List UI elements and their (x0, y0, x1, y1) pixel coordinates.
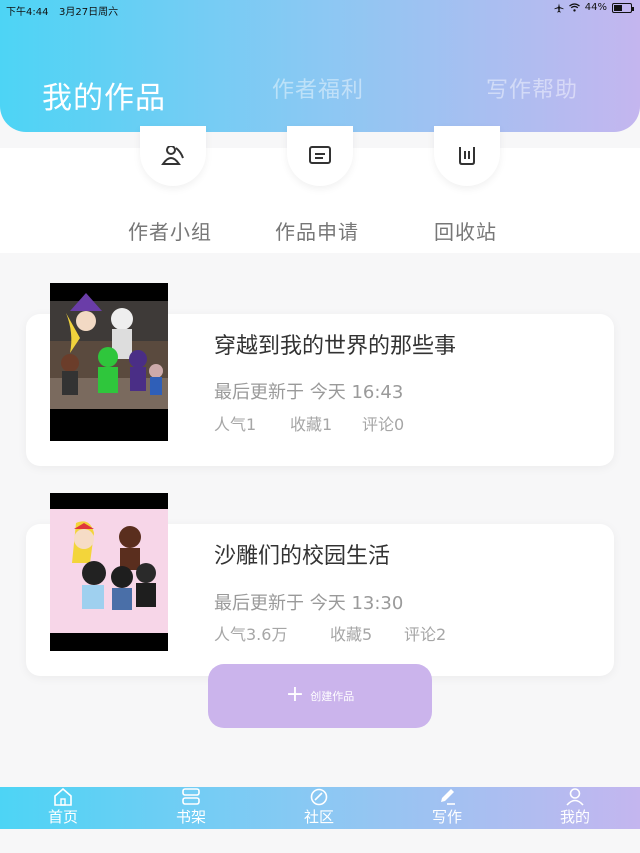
nav-bookshelf[interactable]: 书架 (161, 787, 221, 829)
write-icon (441, 789, 455, 805)
quick-actions: 作者小组 作品申请 回收站 (0, 126, 640, 253)
create-work-button[interactable]: + 创建作品 (208, 664, 432, 728)
airplane-icon (554, 3, 564, 12)
nav-profile-label: 我的 (559, 808, 590, 826)
recycle-bin-label: 回收站 (434, 220, 497, 244)
work-cover-image[interactable] (50, 493, 168, 651)
work-popularity: 人气1 (214, 415, 257, 434)
author-group-label: 作者小组 (128, 220, 212, 244)
tab-author-benefits[interactable]: 作者福利 (272, 72, 364, 104)
bottom-nav: 首页 书架 社区 写作 我的 (0, 787, 640, 829)
plus-icon: + (285, 682, 305, 707)
nav-home[interactable]: 首页 (33, 787, 93, 829)
application-icon (309, 146, 331, 164)
recycle-bin-button[interactable] (434, 126, 500, 186)
cover-illustration (50, 509, 168, 633)
header: 下午4:44 3月27日周六 44% 我的作品 作者福利 写作帮助 (0, 0, 640, 132)
author-group-button[interactable] (140, 126, 206, 186)
trash-icon (459, 147, 475, 165)
work-cover-image[interactable] (50, 283, 168, 441)
work-title[interactable]: 沙雕们的校园生活 (214, 538, 390, 570)
group-icon (161, 146, 184, 165)
nav-community[interactable]: 社区 (289, 787, 349, 829)
home-icon (54, 788, 72, 806)
nav-write[interactable]: 写作 (417, 787, 477, 829)
status-date: 3月27日周六 (59, 7, 119, 18)
work-comments: 评论0 (362, 415, 405, 434)
battery-percent: 44% (584, 2, 607, 13)
work-last-update: 最后更新于 今天 13:30 (214, 593, 404, 614)
bookshelf-icon (182, 788, 200, 805)
status-bar: 下午4:44 3月27日周六 44% (0, 0, 640, 18)
battery-icon (612, 2, 634, 13)
work-last-update: 最后更新于 今天 16:43 (214, 382, 404, 403)
nav-profile[interactable]: 我的 (545, 787, 605, 829)
create-work-label: 创建作品 (310, 690, 355, 703)
status-time: 下午4:44 (6, 7, 49, 18)
tab-my-works[interactable]: 我的作品 (42, 73, 166, 117)
nav-write-label: 写作 (431, 808, 462, 826)
work-application-label: 作品申请 (275, 220, 359, 244)
work-popularity: 人气3.6万 (214, 625, 288, 644)
work-title[interactable]: 穿越到我的世界的那些事 (214, 328, 456, 360)
nav-home-label: 首页 (47, 808, 78, 826)
wifi-icon (568, 3, 580, 12)
work-favorites: 收藏5 (330, 625, 373, 644)
profile-icon (566, 788, 584, 806)
nav-community-label: 社区 (303, 808, 334, 826)
cover-illustration (50, 293, 168, 409)
work-application-button[interactable] (287, 126, 353, 186)
status-indicators: 44% (554, 2, 634, 13)
nav-bookshelf-label: 书架 (175, 808, 206, 826)
app-screen: 下午4:44 3月27日周六 44% 我的作品 作者福利 写作帮助 作者小组 作… (0, 0, 640, 853)
tab-writing-help[interactable]: 写作帮助 (486, 72, 578, 104)
home-indicator-area (0, 829, 640, 853)
work-favorites: 收藏1 (290, 415, 333, 434)
community-icon (310, 788, 328, 806)
work-comments: 评论2 (404, 625, 447, 644)
